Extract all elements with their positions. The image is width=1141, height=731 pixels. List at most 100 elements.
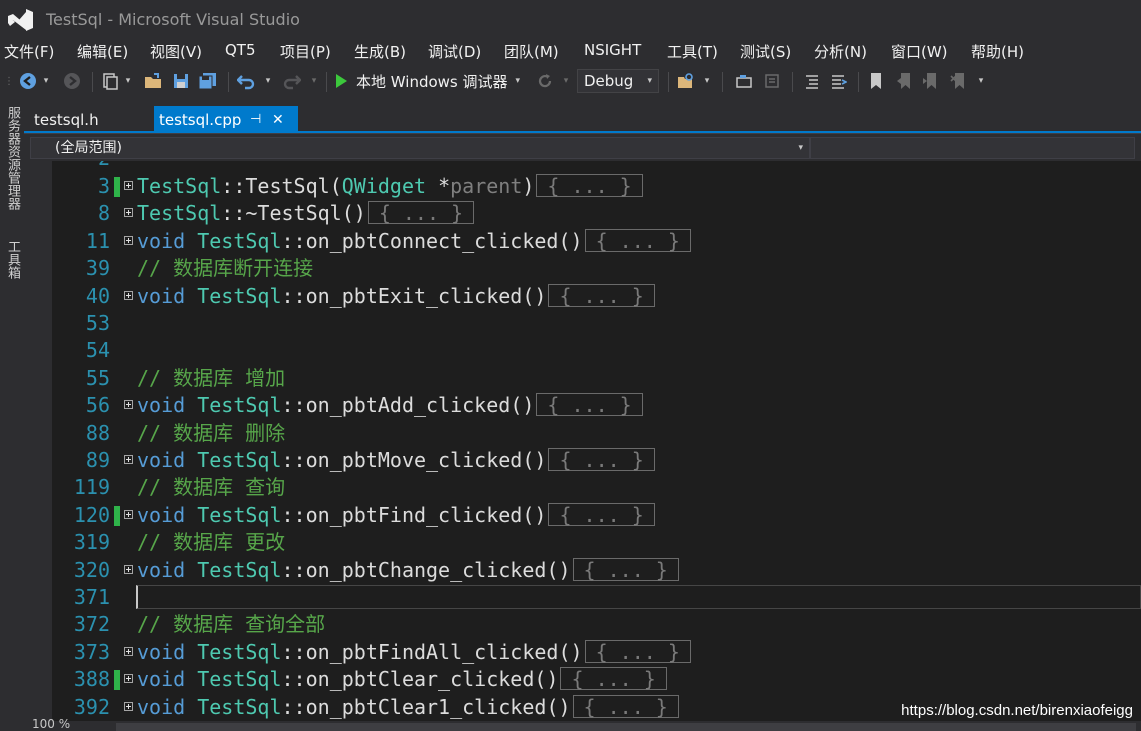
- menu-analyze[interactable]: 分析(N): [814, 41, 867, 62]
- expand-outline-icon[interactable]: [124, 181, 133, 190]
- code-line[interactable]: 56 void TestSql::on_pbtAdd_clicked(){ ...…: [24, 392, 1141, 419]
- collapsed-block[interactable]: { ... }: [548, 283, 655, 307]
- tab-testsql-h[interactable]: testsql.h: [34, 106, 99, 133]
- code-line[interactable]: 372 // 数据库 查询全部: [24, 611, 1141, 638]
- expand-outline-icon[interactable]: [124, 646, 133, 656]
- code-line[interactable]: 53: [24, 310, 1141, 337]
- menu-help[interactable]: 帮助(H): [971, 41, 1024, 62]
- menu-view[interactable]: 视图(V): [150, 41, 202, 62]
- collapsed-block[interactable]: { ... }: [548, 502, 655, 526]
- clear-bookmarks-icon[interactable]: [946, 70, 970, 92]
- undo-dropdown-icon[interactable]: ▾: [262, 70, 274, 92]
- pin-tab-icon[interactable]: ⊣: [250, 112, 261, 127]
- collapsed-block[interactable]: { ... }: [584, 228, 691, 252]
- expand-outline-icon[interactable]: [124, 564, 133, 574]
- menu-nsight[interactable]: NSIGHT: [584, 41, 641, 59]
- uncomment-lines-icon[interactable]: [826, 70, 850, 92]
- code-line[interactable]: 319 // 数据库 更改: [24, 529, 1141, 556]
- properties-icon[interactable]: [760, 70, 784, 92]
- code-line[interactable]: 39 // 数据库断开连接: [24, 255, 1141, 282]
- member-dropdown[interactable]: [810, 137, 1135, 159]
- expand-outline-icon[interactable]: [124, 400, 133, 410]
- toggle-bookmark-icon[interactable]: [864, 70, 888, 92]
- menu-debug[interactable]: 调试(D): [428, 41, 481, 62]
- code-line[interactable]: 11 void TestSql::on_pbtConnect_clicked(){…: [24, 228, 1141, 255]
- solution-explorer-icon[interactable]: [732, 70, 756, 92]
- code-text: void TestSql::on_pbtAdd_clicked(){ ... }: [137, 392, 643, 419]
- code-line[interactable]: 8 TestSql::~TestSql(){ ... }: [24, 200, 1141, 227]
- code-editor[interactable]: 2 3TestSql::TestSql(QWidget *parent){ ..…: [24, 161, 1141, 721]
- menu-window[interactable]: 窗口(W): [891, 41, 948, 62]
- server-explorer-tab[interactable]: 服务器资源管理器: [3, 106, 22, 210]
- collapsed-block[interactable]: { ... }: [560, 667, 667, 691]
- menu-test[interactable]: 测试(S): [740, 41, 791, 62]
- refresh-dropdown-icon[interactable]: ▾: [560, 70, 572, 92]
- close-tab-icon[interactable]: ✕: [272, 112, 284, 128]
- left-tool-window-strip: 服务器资源管理器 工具箱: [0, 100, 24, 731]
- find-in-files-icon[interactable]: [674, 70, 698, 92]
- code-line[interactable]: 320 void TestSql::on_pbtChange_clicked(){…: [24, 557, 1141, 584]
- expand-outline-icon[interactable]: [124, 701, 133, 711]
- expand-outline-icon[interactable]: [124, 208, 133, 218]
- expand-outline-icon[interactable]: [124, 235, 133, 245]
- code-line[interactable]: 54: [24, 337, 1141, 364]
- expand-outline-icon[interactable]: [124, 290, 133, 300]
- code-line[interactable]: 88 // 数据库 删除: [24, 420, 1141, 447]
- code-line[interactable]: 89 void TestSql::on_pbtMove_clicked(){ ..…: [24, 447, 1141, 474]
- code-line[interactable]: 3 TestSql::TestSql(QWidget *parent){ ... …: [24, 173, 1141, 200]
- tab-testsql-cpp[interactable]: testsql.cpp ⊣ ✕: [154, 106, 298, 133]
- navigate-forward-icon[interactable]: [60, 70, 84, 92]
- code-line[interactable]: 373 void TestSql::on_pbtFindAll_clicked()…: [24, 639, 1141, 666]
- back-dropdown-icon[interactable]: ▾: [40, 70, 52, 92]
- navigate-back-icon[interactable]: [16, 70, 40, 92]
- code-line[interactable]: 55 // 数据库 增加: [24, 365, 1141, 392]
- toolbar-overflow-icon[interactable]: ▾: [700, 70, 714, 92]
- next-bookmark-icon[interactable]: [918, 70, 942, 92]
- collapsed-block[interactable]: { ... }: [572, 557, 679, 581]
- visual-studio-logo-icon: [8, 9, 33, 31]
- open-file-icon[interactable]: [142, 70, 166, 92]
- toolbar-overflow-icon[interactable]: ▾: [974, 70, 988, 92]
- menu-project[interactable]: 项目(P): [280, 41, 331, 62]
- menu-build[interactable]: 生成(B): [354, 41, 406, 62]
- collapsed-block[interactable]: { ... }: [367, 201, 475, 225]
- horizontal-scrollbar[interactable]: [116, 723, 1136, 731]
- code-line[interactable]: 371: [24, 584, 1141, 611]
- code-line[interactable]: 388 void TestSql::on_pbtClear_clicked(){ …: [24, 666, 1141, 693]
- code-line[interactable]: 120 void TestSql::on_pbtFind_clicked(){ .…: [24, 502, 1141, 529]
- collapsed-block[interactable]: { ... }: [536, 174, 643, 197]
- code-line[interactable]: 40 void TestSql::on_pbtExit_clicked(){ ..…: [24, 283, 1141, 310]
- menu-tools[interactable]: 工具(T): [667, 41, 718, 62]
- collapsed-block[interactable]: { ... }: [572, 694, 679, 718]
- new-project-icon[interactable]: [98, 70, 122, 92]
- collapsed-block[interactable]: { ... }: [536, 393, 643, 417]
- collapsed-block[interactable]: { ... }: [548, 448, 655, 471]
- zoom-level[interactable]: 100 %: [32, 717, 70, 731]
- undo-icon[interactable]: [234, 70, 258, 92]
- previous-bookmark-icon[interactable]: [892, 70, 916, 92]
- menu-team[interactable]: 团队(M): [504, 41, 559, 62]
- toolbox-tab[interactable]: 工具箱: [3, 240, 22, 279]
- menu-file[interactable]: 文件(F): [4, 41, 54, 62]
- scope-operator: ::: [281, 639, 306, 664]
- menu-edit[interactable]: 编辑(E): [77, 41, 128, 62]
- expand-outline-icon[interactable]: [124, 509, 133, 519]
- solution-config-dropdown[interactable]: Debug ▾: [577, 69, 659, 93]
- scope-operator: ::: [221, 174, 246, 198]
- scope-dropdown[interactable]: (全局范围) ▾: [30, 137, 810, 159]
- redo-icon[interactable]: [280, 70, 304, 92]
- code-line[interactable]: 119 // 数据库 查询: [24, 474, 1141, 501]
- new-dropdown-icon[interactable]: ▾: [122, 70, 134, 92]
- collapsed-block[interactable]: { ... }: [584, 639, 691, 663]
- start-debugging-button[interactable]: 本地 Windows 调试器 ▾: [334, 70, 534, 92]
- menu-qt5[interactable]: QT5: [225, 41, 256, 59]
- parameter-list: (): [522, 283, 547, 308]
- expand-outline-icon[interactable]: [124, 674, 133, 684]
- run-dropdown-icon[interactable]: ▾: [516, 76, 521, 86]
- comment-lines-icon[interactable]: [800, 70, 824, 92]
- expand-outline-icon[interactable]: [124, 455, 133, 464]
- save-icon[interactable]: [170, 70, 192, 92]
- redo-dropdown-icon[interactable]: ▾: [308, 70, 320, 92]
- save-all-icon[interactable]: [196, 70, 220, 92]
- refresh-icon[interactable]: [534, 70, 556, 92]
